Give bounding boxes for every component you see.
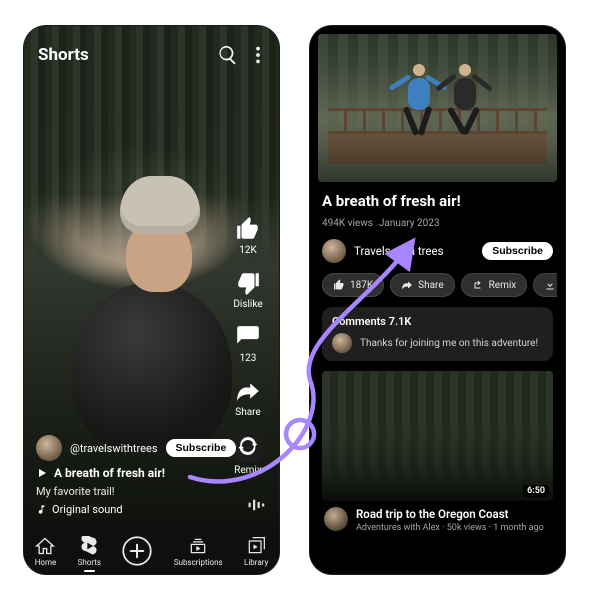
shorts-caption: My favorite trail! [36,485,219,498]
nav-shorts[interactable]: Shorts [78,536,101,567]
shorts-viewer-screen: Shorts 12K Dislike 123 Share Remix [24,26,279,574]
nav-library[interactable]: Library [244,536,268,567]
channel-name[interactable]: Travels with trees [354,244,474,258]
music-note-icon [36,504,47,515]
person-b [446,56,484,136]
remix-icon [472,279,484,291]
remix-button[interactable]: Remix [233,432,263,476]
library-icon [246,536,266,556]
nav-subs-label: Subscriptions [174,558,223,567]
like-chip-count: 187K [350,280,373,291]
share-icon [235,378,261,404]
share-button[interactable]: Share [235,378,261,418]
remix-chip-label: Remix [489,280,517,291]
remix-icon [238,437,258,457]
video-player[interactable] [318,34,557,182]
comment-icon [235,324,261,350]
share-chip[interactable]: Share [390,273,454,297]
action-chip-row: 187K Share Remix Down [318,273,557,297]
like-count: 12K [239,245,257,256]
duration-badge: 6:50 [523,485,549,497]
creator-avatar[interactable] [36,435,62,461]
comment-count: 123 [240,353,257,364]
remix-label: Remix [234,465,262,476]
nav-library-label: Library [244,558,268,567]
shorts-title: A breath of fresh air! [54,466,165,480]
comments-button[interactable]: 123 [235,324,261,364]
like-button[interactable]: 12K [235,216,261,256]
next-age: 1 month ago [493,523,544,533]
creator-handle[interactable]: @travelswithtrees [70,442,158,455]
nav-home-label: Home [35,558,57,567]
dislike-label: Dislike [233,299,262,310]
subscribe-button[interactable]: Subscribe [482,242,553,260]
video-title[interactable]: A breath of fresh air! [318,190,557,210]
audio-visualizer-icon [247,496,265,514]
plus-circle-icon [122,536,152,566]
person-a [400,56,438,136]
play-icon [36,467,48,479]
nav-shorts-label: Shorts [78,558,101,567]
nav-home[interactable]: Home [35,536,57,567]
comments-section[interactable]: Comments 7.1K Thanks for joining me on t… [322,307,553,361]
share-label: Share [235,407,260,418]
like-chip[interactable]: 187K [322,273,384,297]
share-icon [401,279,413,291]
thumb-down-icon [235,270,261,296]
more-vertical-icon[interactable] [247,44,269,66]
thumb-up-icon [235,216,261,242]
next-video-title: Road trip to the Oregon Coast [356,507,551,521]
comments-header: Comments 7.1K [332,315,543,328]
shorts-sound[interactable]: Original sound [52,503,123,516]
download-icon [544,279,556,291]
home-icon [35,536,55,556]
watch-page-screen: A breath of fresh air! 494K views Januar… [310,26,565,574]
subscribe-button[interactable]: Subscribe [166,439,237,457]
bottom-nav: Home Shorts Subscriptions Library [24,524,279,574]
thumb-up-icon [333,279,345,291]
video-stats: 494K views January 2023 [318,218,557,229]
subscriptions-icon [188,536,208,556]
channel-avatar[interactable] [322,239,346,263]
search-icon[interactable] [217,44,239,66]
commenter-avatar [332,333,352,353]
dislike-button[interactable]: Dislike [233,270,262,310]
next-video-thumb[interactable]: 6:50 [322,371,553,501]
share-chip-label: Share [418,280,443,291]
action-rail: 12K Dislike 123 Share Remix [225,216,271,476]
remix-chip[interactable]: Remix [461,273,528,297]
shorts-icon [79,536,99,556]
upload-date: January 2023 [379,218,440,229]
person-photo [64,176,234,456]
next-channel-avatar[interactable] [324,507,348,531]
download-chip[interactable]: Down [533,273,557,297]
shorts-header-title: Shorts [38,45,89,65]
top-comment-text: Thanks for joining me on this adventure! [360,338,538,349]
next-view-count: 50k views [447,523,487,533]
next-video-card[interactable]: 6:50 Road trip to the Oregon Coast Adven… [322,371,553,533]
view-count: 494K views [322,218,373,229]
nav-subscriptions[interactable]: Subscriptions [174,536,223,567]
next-channel-name: Adventures with Alex [356,523,440,533]
nav-create[interactable] [122,536,152,566]
